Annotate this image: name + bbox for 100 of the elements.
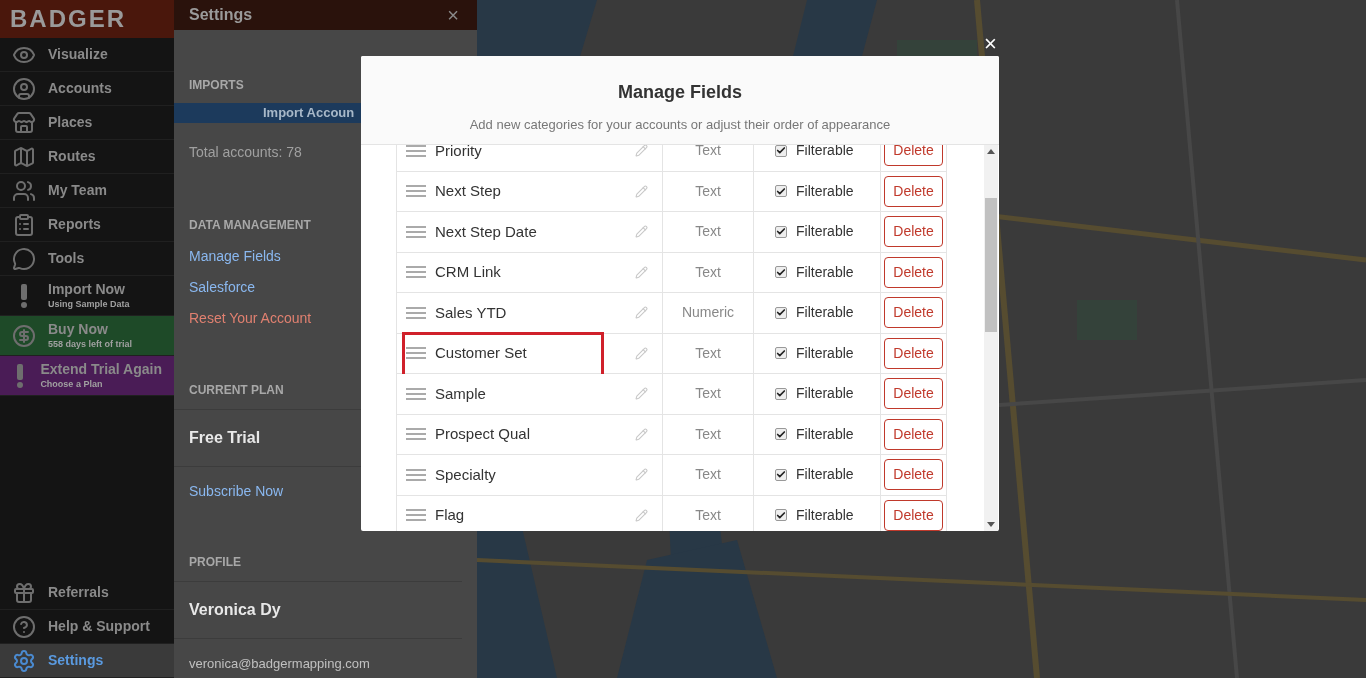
drag-handle-icon[interactable] xyxy=(406,347,426,360)
drag-handle-icon[interactable] xyxy=(406,468,426,481)
drag-handle-icon[interactable] xyxy=(406,306,426,319)
settings-link[interactable]: Reset Your Account xyxy=(189,307,312,329)
sidebar-item[interactable]: Buy Now 558 days left of trial xyxy=(0,316,174,356)
sidebar-item[interactable]: Accounts xyxy=(0,72,174,106)
delete-button[interactable]: Delete xyxy=(884,378,943,410)
item-label: Buy Now xyxy=(48,321,109,339)
filterable-label: Filterable xyxy=(796,505,854,525)
modal-title: Manage Fields xyxy=(618,81,742,104)
drag-handle-icon[interactable] xyxy=(406,225,426,238)
item-label: Extend Trial Again xyxy=(40,361,162,379)
field-name: Sample xyxy=(435,383,486,404)
edit-icon[interactable] xyxy=(635,184,648,198)
filterable-checkbox[interactable] xyxy=(775,347,787,360)
store-icon xyxy=(12,110,36,135)
sidebar-item[interactable]: Visualize xyxy=(0,38,174,72)
delete-button[interactable]: Delete xyxy=(884,337,943,369)
filterable-checkbox[interactable] xyxy=(775,185,787,198)
filterable-label: Filterable xyxy=(796,465,854,485)
edit-icon[interactable] xyxy=(635,468,648,482)
delete-button[interactable]: Delete xyxy=(884,499,943,531)
report-icon xyxy=(12,212,36,237)
edit-icon[interactable] xyxy=(635,427,648,441)
filterable-label: Filterable xyxy=(796,181,854,201)
settings-link[interactable]: Salesforce xyxy=(189,276,256,298)
drag-handle-icon[interactable] xyxy=(406,266,426,279)
item-label: Settings xyxy=(48,651,104,670)
filterable-label: Filterable xyxy=(796,145,854,161)
item-sublabel: Choose a Plan xyxy=(40,378,104,390)
drag-handle-icon[interactable] xyxy=(406,387,426,400)
sidebar-item[interactable]: Routes xyxy=(0,140,174,174)
sidebar-item[interactable]: Tools xyxy=(0,242,174,276)
filterable-checkbox[interactable] xyxy=(775,387,787,400)
field-type: Text xyxy=(695,505,721,525)
delete-button[interactable]: Delete xyxy=(884,145,943,167)
sidebar-item[interactable]: Extend Trial Again Choose a Plan xyxy=(0,356,174,396)
delete-button[interactable]: Delete xyxy=(884,216,943,248)
edit-icon[interactable] xyxy=(635,265,648,279)
delete-button[interactable]: Delete xyxy=(884,459,943,491)
item-label: Visualize xyxy=(48,45,108,64)
delete-button[interactable]: Delete xyxy=(884,175,943,207)
sidebar-item[interactable]: Settings xyxy=(0,644,174,678)
filterable-label: Filterable xyxy=(796,222,854,242)
profile-name: Veronica Dy xyxy=(189,600,281,618)
field-name: Flag xyxy=(435,505,465,525)
drag-handle-icon[interactable] xyxy=(406,185,426,198)
gift-icon xyxy=(12,580,36,605)
scrollbar[interactable] xyxy=(984,145,998,531)
edit-icon[interactable] xyxy=(635,387,648,401)
section-heading: CURRENT PLAN xyxy=(189,381,284,399)
field-type: Text xyxy=(695,181,721,201)
section-heading: PROFILE xyxy=(189,553,241,571)
exclamation-icon xyxy=(15,363,26,388)
edit-icon[interactable] xyxy=(635,306,648,320)
filterable-label: Filterable xyxy=(796,343,854,363)
map-icon xyxy=(12,144,36,169)
filterable-checkbox[interactable] xyxy=(775,225,787,238)
field-type: Text xyxy=(695,424,721,444)
delete-button[interactable]: Delete xyxy=(884,418,943,450)
item-label: My Team xyxy=(48,181,107,200)
help-icon xyxy=(12,614,36,639)
item-label: Import Now xyxy=(48,281,126,299)
subscribe-link[interactable]: Subscribe Now xyxy=(189,482,284,499)
delete-button[interactable]: Delete xyxy=(884,256,943,288)
filterable-checkbox[interactable] xyxy=(775,266,787,279)
field-type: Text xyxy=(695,343,721,363)
filterable-checkbox[interactable] xyxy=(775,509,787,522)
exclamation-icon xyxy=(19,283,29,308)
sidebar-item[interactable]: Reports xyxy=(0,208,174,242)
field-type: Text xyxy=(695,465,721,485)
filterable-checkbox[interactable] xyxy=(775,428,787,441)
field-name: Prospect Qual xyxy=(435,424,531,444)
sidebar-item[interactable]: Places xyxy=(0,106,174,140)
drag-handle-icon[interactable] xyxy=(406,509,426,522)
close-button[interactable]: × xyxy=(447,0,459,30)
filterable-label: Filterable xyxy=(796,424,854,444)
plan-name: Free Trial xyxy=(189,428,261,446)
delete-button[interactable]: Delete xyxy=(884,297,943,329)
field-type: Numeric xyxy=(681,303,735,323)
filterable-checkbox[interactable] xyxy=(775,468,787,481)
edit-icon[interactable] xyxy=(635,346,648,360)
section-heading: DATA MANAGEMENT xyxy=(189,216,311,234)
filterable-checkbox[interactable] xyxy=(775,145,787,157)
field-name: CRM Link xyxy=(435,262,501,282)
edit-icon[interactable] xyxy=(635,508,648,522)
sidebar-item[interactable]: Referrals xyxy=(0,576,174,610)
settings-icon xyxy=(12,648,36,673)
filterable-label: Filterable xyxy=(796,262,854,282)
close-button[interactable]: × xyxy=(984,33,997,55)
sidebar-item[interactable]: My Team xyxy=(0,174,174,208)
filterable-checkbox[interactable] xyxy=(775,306,787,319)
filterable-label: Filterable xyxy=(796,303,854,323)
edit-icon[interactable] xyxy=(635,145,648,158)
drag-handle-icon[interactable] xyxy=(406,145,426,157)
drag-handle-icon[interactable] xyxy=(406,428,426,441)
field-name: Priority xyxy=(435,145,482,161)
profile-email: veronica@badgermapping.com xyxy=(189,655,370,671)
edit-icon[interactable] xyxy=(635,225,648,239)
settings-link[interactable]: Manage Fields xyxy=(189,245,281,267)
